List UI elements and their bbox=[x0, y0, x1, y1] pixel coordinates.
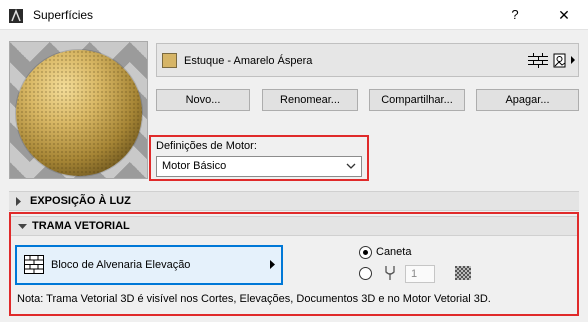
pen-radio-button[interactable] bbox=[359, 246, 372, 259]
window-title: Superfícies bbox=[33, 8, 94, 22]
light-exposure-section-title: EXPOSIÇÃO À LUZ bbox=[30, 195, 131, 207]
engine-settings-label: Definições de Motor: bbox=[156, 140, 257, 152]
pen-number-field[interactable]: 1 bbox=[405, 265, 435, 283]
share-button[interactable]: Compartilhar... bbox=[369, 89, 465, 111]
surface-name: Estuque - Amarelo Áspera bbox=[184, 55, 313, 67]
pen-option-label: Caneta bbox=[376, 246, 412, 258]
rename-button[interactable]: Renomear... bbox=[262, 89, 358, 111]
expand-triangle-icon bbox=[16, 197, 21, 206]
surface-selector[interactable]: Estuque - Amarelo Áspera bbox=[156, 43, 579, 77]
brick-pattern-icon bbox=[24, 255, 44, 274]
vector-hatching-note: Nota: Trama Vetorial 3D é visível nos Co… bbox=[17, 293, 491, 305]
pen-swatch-icon[interactable] bbox=[455, 266, 471, 280]
title-bar: Superfícies ? ✕ bbox=[0, 0, 588, 30]
engine-dropdown-value: Motor Básico bbox=[162, 160, 227, 172]
delete-button[interactable]: Apagar... bbox=[476, 89, 579, 111]
engine-dropdown[interactable]: Motor Básico bbox=[156, 156, 362, 177]
help-button[interactable]: ? bbox=[500, 5, 530, 25]
surface-color-swatch bbox=[162, 53, 177, 68]
texture-icon bbox=[553, 53, 566, 68]
pen-icon bbox=[385, 266, 395, 280]
material-preview bbox=[9, 41, 148, 179]
new-button[interactable]: Novo... bbox=[156, 89, 250, 111]
material-sphere bbox=[16, 50, 142, 176]
vector-hatching-section-header[interactable]: TRAMA VETORIAL bbox=[11, 216, 577, 236]
light-exposure-section-header[interactable]: EXPOSIÇÃO À LUZ bbox=[9, 191, 579, 211]
vector-fill-selector[interactable]: Bloco de Alvenaria Elevação bbox=[15, 245, 283, 285]
custom-pen-radio-button[interactable] bbox=[359, 267, 372, 280]
brick-pattern-icon bbox=[528, 53, 548, 68]
close-button[interactable]: ✕ bbox=[549, 5, 579, 25]
chevron-right-icon bbox=[270, 260, 275, 269]
app-icon bbox=[9, 9, 23, 23]
chevron-right-icon bbox=[571, 56, 575, 64]
chevron-down-icon bbox=[346, 163, 356, 169]
vector-hatching-section-title: TRAMA VETORIAL bbox=[32, 220, 130, 232]
collapse-triangle-icon bbox=[18, 224, 27, 229]
vector-fill-name: Bloco de Alvenaria Elevação bbox=[51, 259, 191, 271]
engine-settings-highlight: Definições de Motor: Motor Básico bbox=[149, 135, 369, 181]
